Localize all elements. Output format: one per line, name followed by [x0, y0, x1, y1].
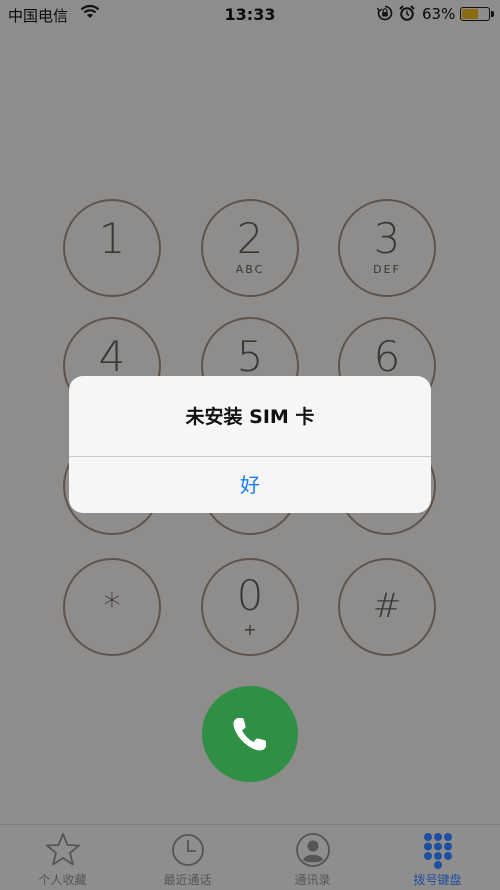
tab-label: 个人收藏 — [38, 873, 87, 887]
key-digit: 5 — [236, 332, 264, 381]
alert-title: 未安装 SIM 卡 — [185, 406, 315, 428]
key-letters: DEF — [373, 263, 401, 276]
battery-level — [462, 9, 478, 19]
rotation-lock-icon — [376, 4, 394, 26]
tab-bar: 个人收藏 最近通话 通讯录 拨号键盘 — [0, 824, 500, 890]
key-letters: + — [243, 620, 257, 639]
key-digit: 6 — [373, 332, 401, 381]
battery-percent: 63% — [422, 5, 456, 23]
battery-icon — [460, 7, 494, 21]
tab-recents[interactable]: 最近通话 — [125, 825, 250, 890]
key-letters: ABC — [235, 263, 265, 276]
ok-button[interactable]: 好 — [69, 457, 431, 513]
phone-icon — [233, 718, 266, 751]
key-digit: 3 — [373, 214, 401, 263]
key-digit: * — [103, 586, 121, 626]
key-digit: 1 — [98, 214, 126, 263]
key-hash[interactable]: # — [338, 558, 436, 656]
call-button[interactable] — [202, 686, 298, 782]
tab-contacts[interactable]: 通讯录 — [250, 825, 375, 890]
key-0[interactable]: 0 + — [201, 558, 299, 656]
key-digit: # — [372, 586, 402, 626]
alarm-icon — [398, 4, 416, 26]
keypad-icon — [375, 831, 500, 869]
key-digit: 0 — [236, 571, 264, 620]
tab-favorites[interactable]: 个人收藏 — [0, 825, 125, 890]
tab-label: 最近通话 — [163, 873, 212, 887]
key-3[interactable]: 3 DEF — [338, 199, 436, 297]
no-sim-alert: 未安装 SIM 卡 好 — [69, 376, 431, 513]
star-icon — [0, 831, 125, 869]
tab-label: 拨号键盘 — [413, 873, 462, 887]
key-star[interactable]: * — [63, 558, 161, 656]
key-1[interactable]: 1 — [63, 199, 161, 297]
key-digit: 4 — [98, 332, 126, 381]
tab-label: 通讯录 — [294, 873, 331, 887]
status-bar: 中国电信 13:33 63% — [0, 0, 500, 30]
tab-keypad[interactable]: 拨号键盘 — [375, 825, 500, 890]
contacts-icon — [250, 831, 375, 869]
key-2[interactable]: 2 ABC — [201, 199, 299, 297]
phone-screen: 中国电信 13:33 63% 1 2 ABC 3 DEF 4 5 6 * 0 +… — [0, 0, 500, 890]
key-digit: 2 — [236, 214, 264, 263]
clock-icon — [125, 831, 250, 869]
